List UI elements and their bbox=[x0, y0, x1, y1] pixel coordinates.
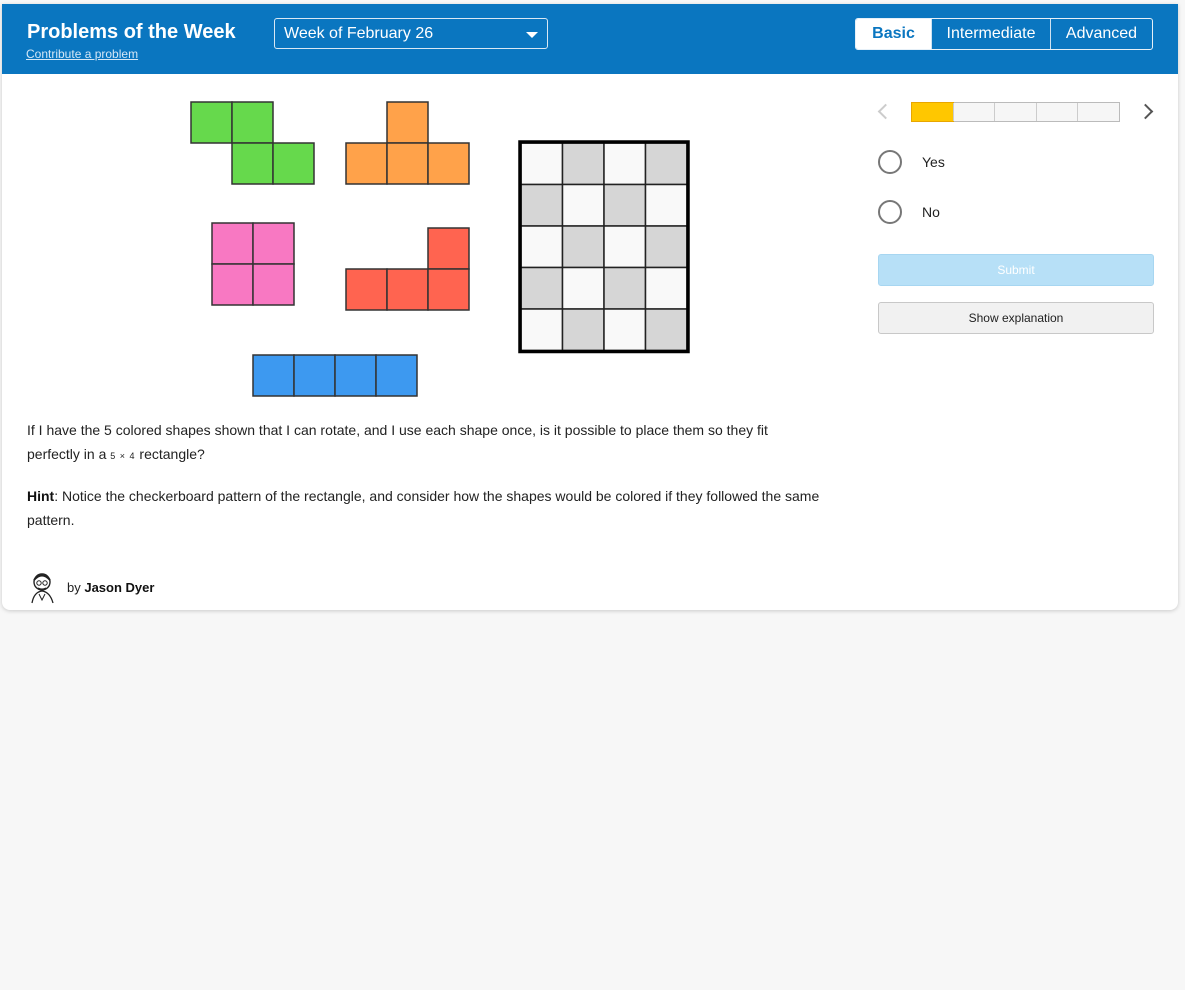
hint-text: Hint: Notice the checkerboard pattern of… bbox=[27, 484, 867, 532]
question-text: If I have the 5 colored shapes shown tha… bbox=[27, 418, 817, 468]
author-name: Jason Dyer bbox=[84, 580, 155, 595]
radio-no[interactable] bbox=[878, 200, 902, 224]
progress-bar bbox=[911, 102, 1120, 122]
progress-segment bbox=[952, 103, 995, 121]
show-explanation-button[interactable]: Show explanation bbox=[878, 302, 1154, 334]
board-cell bbox=[520, 308, 564, 352]
board-cell bbox=[644, 142, 688, 186]
board-cell bbox=[644, 225, 688, 269]
board-cell bbox=[520, 142, 564, 186]
chevron-left-icon[interactable] bbox=[877, 103, 894, 120]
choice-yes-label: Yes bbox=[922, 154, 945, 170]
board-cell bbox=[561, 225, 605, 269]
board-cell bbox=[520, 266, 564, 310]
level-tabs: Basic Intermediate Advanced bbox=[855, 18, 1153, 50]
board-cell bbox=[603, 225, 647, 269]
checkerboard-rectangle bbox=[518, 140, 690, 354]
progress-navigation bbox=[874, 100, 1158, 130]
radio-yes[interactable] bbox=[878, 150, 902, 174]
progress-segment bbox=[1035, 103, 1078, 121]
blue-i-tetromino bbox=[252, 354, 418, 397]
problem-card: Problems of the Week Contribute a proble… bbox=[2, 4, 1178, 610]
progress-segment bbox=[1077, 103, 1119, 121]
board-cell bbox=[561, 308, 605, 352]
pink-square-tetromino bbox=[211, 222, 295, 306]
board-cell bbox=[603, 142, 647, 186]
board-cell bbox=[520, 183, 564, 227]
avatar bbox=[31, 573, 54, 604]
puzzle-illustration bbox=[190, 101, 690, 397]
board-cell bbox=[520, 225, 564, 269]
board-cell bbox=[603, 266, 647, 310]
board-cell bbox=[561, 183, 605, 227]
board-cell bbox=[561, 266, 605, 310]
board-cell bbox=[644, 183, 688, 227]
board-cell bbox=[561, 142, 605, 186]
green-s-tetromino bbox=[190, 101, 315, 185]
rectangle-dimensions: 5 × 4 bbox=[110, 451, 136, 461]
author-prefix: by bbox=[67, 580, 85, 595]
question-text-after: rectangle? bbox=[135, 446, 205, 462]
hint-body: : Notice the checkerboard pattern of the… bbox=[27, 488, 820, 528]
choice-no-label: No bbox=[922, 204, 940, 220]
hint-label: Hint bbox=[27, 488, 55, 504]
submit-button[interactable]: Submit bbox=[878, 254, 1154, 286]
chevron-right-icon[interactable] bbox=[1137, 103, 1154, 120]
tab-intermediate[interactable]: Intermediate bbox=[931, 19, 1050, 49]
red-l-tetromino bbox=[345, 227, 470, 311]
tab-advanced[interactable]: Advanced bbox=[1050, 19, 1152, 49]
board-cell bbox=[603, 183, 647, 227]
board-cell bbox=[603, 308, 647, 352]
board-cell bbox=[644, 266, 688, 310]
orange-t-tetromino bbox=[345, 101, 470, 185]
board-cell bbox=[644, 308, 688, 352]
progress-segment bbox=[911, 102, 954, 122]
progress-segment bbox=[994, 103, 1036, 121]
